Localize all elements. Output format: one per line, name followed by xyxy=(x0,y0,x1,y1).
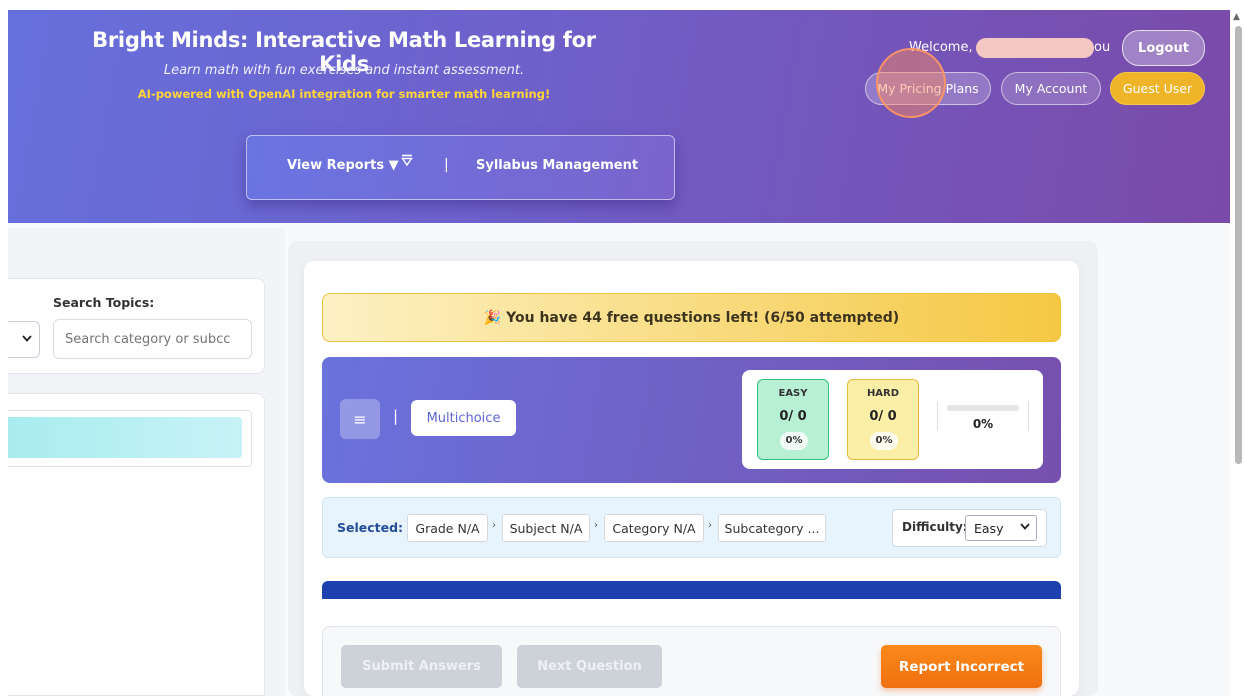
easy-label: EASY xyxy=(778,388,808,399)
crumb-grade[interactable]: Grade N/A xyxy=(407,514,488,542)
progress-divider-right xyxy=(1028,401,1029,431)
difficulty-select[interactable]: Easy xyxy=(965,515,1037,541)
easy-stats-card: EASY 0/ 0 0% xyxy=(757,379,829,460)
menu-icon[interactable]: ≡ xyxy=(340,399,380,439)
overall-progress-text: 0% xyxy=(972,417,994,431)
search-topics-input[interactable] xyxy=(53,319,252,359)
easy-percent: 0% xyxy=(780,432,808,450)
guest-user-badge[interactable]: Guest User xyxy=(1110,72,1205,105)
difficulty-label: Difficulty: xyxy=(902,520,968,534)
app-subtitle: Learn math with fun exercises and instan… xyxy=(163,63,525,78)
redacted-username xyxy=(976,38,1094,58)
crumb-subcategory[interactable]: Subcategory ... xyxy=(718,514,826,542)
my-account-button[interactable]: My Account xyxy=(1001,72,1101,105)
view-reports-menu[interactable]: View Reports ▼ xyxy=(287,158,399,173)
hard-percent: 0% xyxy=(870,432,898,450)
hard-label: HARD xyxy=(866,388,900,399)
syllabus-management-link[interactable]: Syllabus Management xyxy=(476,158,638,173)
next-question-button[interactable]: Next Question xyxy=(517,645,662,688)
nav-separator: | xyxy=(444,157,449,173)
welcome-text-tail: ou xyxy=(1094,40,1111,55)
difficulty-value: Easy xyxy=(974,521,1004,536)
crumb-separator: › xyxy=(708,520,712,531)
scrollbar-thumb[interactable] xyxy=(1235,26,1242,464)
pipe-separator: | xyxy=(393,407,399,425)
topic-tree-item[interactable] xyxy=(8,417,242,458)
click-indicator xyxy=(876,48,946,118)
selected-label: Selected: xyxy=(337,520,404,535)
filter-icon[interactable] xyxy=(401,154,413,172)
crumb-subject[interactable]: Subject N/A xyxy=(502,514,590,542)
scroll-up-icon[interactable]: ▲ xyxy=(1233,12,1240,22)
free-questions-banner: 🎉 You have 44 free questions left! (6/50… xyxy=(322,293,1061,342)
chevron-down-icon xyxy=(1020,520,1030,533)
crumb-separator: › xyxy=(594,520,598,531)
crumb-category[interactable]: Category N/A xyxy=(604,514,704,542)
easy-score: 0/ 0 xyxy=(779,409,807,424)
nav-bar: View Reports ▼ | Syllabus Management xyxy=(246,135,675,200)
overall-progress-bar xyxy=(947,405,1019,411)
filter-select[interactable] xyxy=(8,321,40,358)
submit-answers-button[interactable]: Submit Answers xyxy=(341,645,502,688)
hard-stats-card: HARD 0/ 0 0% xyxy=(847,379,919,460)
question-type-pill[interactable]: Multichoice xyxy=(411,400,516,436)
logout-button[interactable]: Logout xyxy=(1122,30,1205,66)
question-header-strip xyxy=(322,581,1061,599)
crumb-separator: › xyxy=(492,520,496,531)
progress-divider-left xyxy=(937,401,938,431)
ai-tagline: AI-powered with OpenAI integration for s… xyxy=(137,87,551,101)
report-incorrect-button[interactable]: Report Incorrect xyxy=(881,645,1042,688)
hard-score: 0/ 0 xyxy=(869,409,897,424)
search-topics-label: Search Topics: xyxy=(53,295,155,310)
